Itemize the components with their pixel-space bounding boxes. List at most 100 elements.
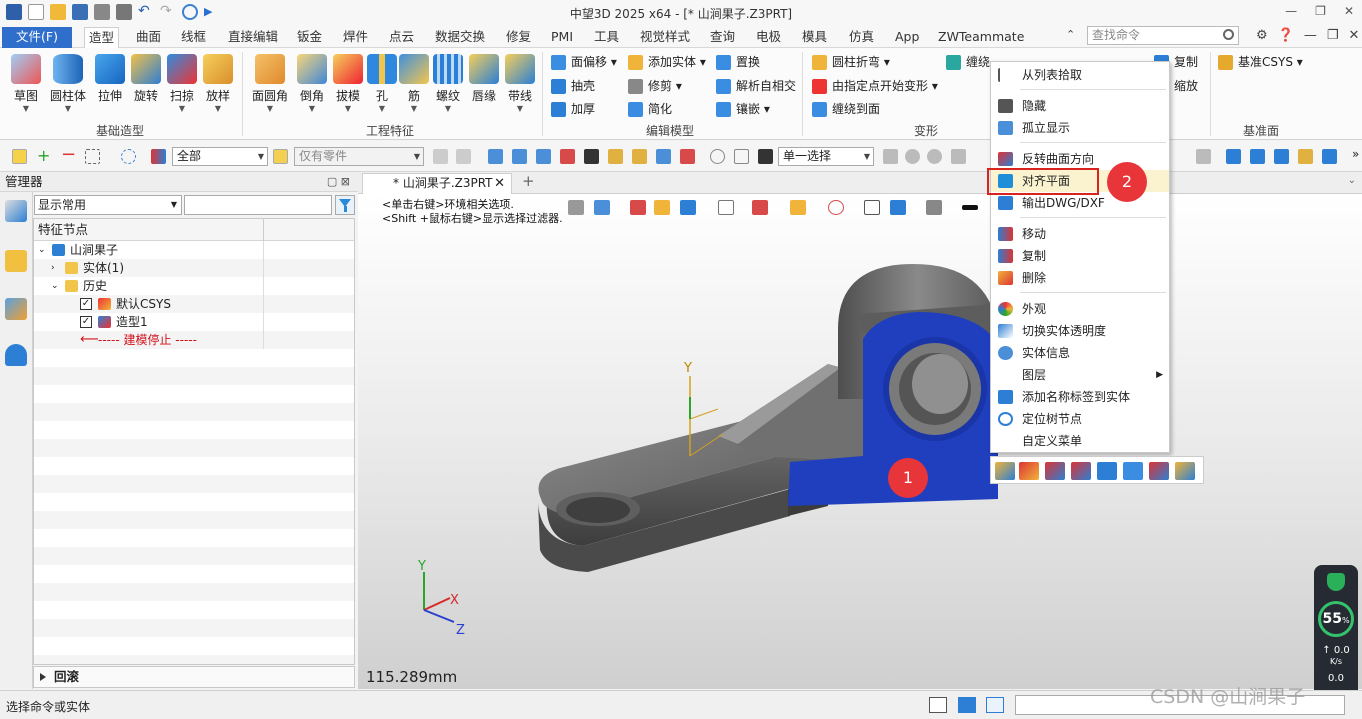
- datum-csys-button[interactable]: 基准CSYS ▾: [1218, 52, 1303, 72]
- trim-button[interactable]: 修剪 ▾: [628, 76, 682, 96]
- tab-point-cloud[interactable]: 点云: [385, 27, 418, 48]
- tree-filter-input[interactable]: [184, 195, 332, 215]
- sketch-button[interactable]: 草图 ▼: [6, 54, 46, 113]
- tab-surface[interactable]: 曲面: [132, 27, 165, 48]
- status-window-icon[interactable]: [986, 697, 1004, 713]
- thread-button[interactable]: 螺纹 ▼: [428, 54, 468, 113]
- option-a-icon[interactable]: [883, 149, 898, 164]
- tab-weldment[interactable]: 焊件: [339, 27, 372, 48]
- tab-app[interactable]: App: [891, 27, 923, 48]
- add-solid-button[interactable]: 添加实体 ▾: [628, 52, 706, 72]
- lip-button[interactable]: 唇缘: [464, 54, 504, 104]
- expand-chevron-icon[interactable]: ⌄: [51, 277, 59, 295]
- close-button[interactable]: ✕: [1344, 4, 1354, 18]
- sweep-button[interactable]: 扫掠 ▼: [162, 54, 202, 113]
- status-monitor-icon[interactable]: [958, 697, 976, 713]
- face-offset-button[interactable]: 面偏移 ▾: [551, 52, 617, 72]
- tab-data-exchange[interactable]: 数据交换: [431, 27, 489, 48]
- mini-hole-icon[interactable]: [1071, 462, 1091, 480]
- thicken-button[interactable]: 加厚: [551, 99, 595, 119]
- revolve-button[interactable]: 旋转: [126, 54, 166, 104]
- tab-simulation[interactable]: 仿真: [845, 27, 878, 48]
- pick-option4-icon[interactable]: [560, 149, 575, 164]
- tab-pmi[interactable]: PMI: [547, 27, 577, 48]
- menu-item-copy[interactable]: 复制: [991, 245, 1169, 267]
- collapse-chevron-icon[interactable]: ›: [51, 259, 55, 277]
- parts-only-select[interactable]: 仅有零件 ▼: [294, 147, 424, 166]
- tab-repair[interactable]: 修复: [502, 27, 535, 48]
- tab-wireframe[interactable]: 线框: [177, 27, 210, 48]
- tab-zwteammate[interactable]: ZWTeammate: [934, 27, 1028, 48]
- strip-button[interactable]: 带线 ▼: [500, 54, 540, 113]
- settings-icon[interactable]: ⚙: [1256, 28, 1268, 43]
- pick-option8-icon[interactable]: [656, 149, 671, 164]
- expand-chevron-icon[interactable]: ⌄: [38, 241, 46, 259]
- cylinder-bend-button[interactable]: 圆柱折弯 ▾: [812, 52, 890, 72]
- tree-node-history[interactable]: ⌄ 历史: [34, 277, 354, 295]
- menu-item-layer[interactable]: 图层 ▶: [991, 364, 1169, 386]
- tree-node-shape1[interactable]: ✓ 造型1: [34, 313, 354, 331]
- tree-node-root[interactable]: ⌄ 山涧果子: [34, 241, 354, 259]
- search-icon[interactable]: [1223, 29, 1234, 40]
- visibility-checkbox[interactable]: ✓: [80, 316, 92, 328]
- tree-node-solids[interactable]: › 实体(1): [34, 259, 354, 277]
- funnel-icon[interactable]: [335, 195, 355, 215]
- pick-option5-icon[interactable]: [584, 149, 599, 164]
- tab-list-chevron-icon[interactable]: ⌄: [1348, 175, 1356, 186]
- inlay-button[interactable]: 镶嵌 ▾: [716, 99, 770, 119]
- help-icon[interactable]: ❓: [1278, 28, 1294, 43]
- box-select-icon[interactable]: [85, 149, 100, 164]
- wrap-pattern-button[interactable]: 缠绕阵列环: [946, 52, 990, 72]
- chamfer-button[interactable]: 倒角 ▼: [292, 54, 332, 113]
- menu-item-customize-menu[interactable]: 自定义菜单: [991, 430, 1169, 452]
- snap2-icon[interactable]: [734, 149, 749, 164]
- cylinder-button[interactable]: 圆柱体 ▼: [48, 54, 88, 113]
- user-manager-icon[interactable]: [5, 344, 27, 366]
- history-manager-icon[interactable]: [5, 200, 27, 222]
- part-model[interactable]: Y Y X Z: [358, 194, 1362, 689]
- menu-item-entity-info[interactable]: 实体信息: [991, 342, 1169, 364]
- doc-close-icon[interactable]: ✕: [1349, 28, 1360, 43]
- select-mode-select[interactable]: 单一选择 ▼: [778, 147, 874, 166]
- remove-icon[interactable]: −: [61, 146, 76, 164]
- collapse-ribbon-icon[interactable]: ⌃: [1066, 28, 1075, 41]
- view-b-icon[interactable]: [1226, 149, 1241, 164]
- menu-item-delete[interactable]: 删除: [991, 267, 1169, 289]
- document-tab[interactable]: * 山涧果子.Z3PRT ✕: [362, 173, 512, 194]
- lasso-select-icon[interactable]: [121, 149, 136, 164]
- tab-tools[interactable]: 工具: [590, 27, 623, 48]
- menu-item-reverse-face[interactable]: 反转曲面方向: [991, 148, 1169, 170]
- restore-button[interactable]: ❐: [1315, 4, 1326, 18]
- assembly-manager-icon[interactable]: [5, 250, 27, 272]
- mini-fillet-icon[interactable]: [995, 462, 1015, 480]
- simplify-button[interactable]: 简化: [628, 99, 672, 119]
- 3d-viewport[interactable]: <单击右键>环境相关选项. <Shift +鼠标右键>显示选择过滤器. Y Y …: [358, 194, 1362, 689]
- tree-node-csys[interactable]: ✓ 默认CSYS: [34, 295, 354, 313]
- pick-option2-icon[interactable]: [512, 149, 527, 164]
- manager-pin-close[interactable]: ▢ ⊠: [327, 172, 350, 191]
- option-d-icon[interactable]: [951, 149, 966, 164]
- view-d-icon[interactable]: [1274, 149, 1289, 164]
- resolve-self-intersect-button[interactable]: 解析自相交: [716, 76, 796, 96]
- extrude-button[interactable]: 拉伸: [90, 54, 130, 104]
- mini-shell-icon[interactable]: [1123, 462, 1143, 480]
- mini-tree-icon[interactable]: [1175, 462, 1195, 480]
- menu-item-toggle-transparency[interactable]: 切换实体透明度: [991, 320, 1169, 342]
- add-icon[interactable]: +: [37, 148, 52, 164]
- tab-direct-edit[interactable]: 直接编辑: [224, 27, 282, 48]
- filter-option2-icon[interactable]: [456, 149, 471, 164]
- menu-item-appearance[interactable]: 外观: [991, 298, 1169, 320]
- mini-draft-icon[interactable]: [1045, 462, 1065, 480]
- tab-mold[interactable]: 模具: [798, 27, 831, 48]
- more-chevron-icon[interactable]: »: [1352, 147, 1359, 161]
- menu-item-move[interactable]: 移动: [991, 223, 1169, 245]
- tree-node-stop[interactable]: ⟵ ----- 建模停止 -----: [34, 331, 354, 349]
- select-arrow-icon[interactable]: [12, 149, 27, 164]
- tab-electrode[interactable]: 电极: [752, 27, 785, 48]
- option-b-icon[interactable]: [905, 149, 920, 164]
- tab-modeling[interactable]: 造型: [84, 27, 120, 48]
- pick-option6-icon[interactable]: [608, 149, 623, 164]
- view-e-icon[interactable]: [1298, 149, 1313, 164]
- menu-item-hide[interactable]: 隐藏: [991, 95, 1169, 117]
- menu-item-isolate[interactable]: 孤立显示: [991, 117, 1169, 139]
